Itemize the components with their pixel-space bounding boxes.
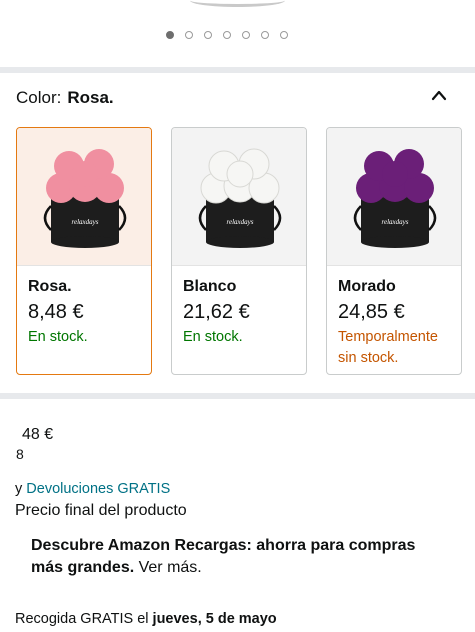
carousel-dot[interactable] bbox=[185, 31, 193, 39]
price-fraction: 8 bbox=[16, 446, 24, 462]
final-price-label: Precio final del producto bbox=[15, 502, 187, 519]
product-thumbnail: relaxdays bbox=[17, 128, 151, 266]
stock-status: En stock. bbox=[28, 329, 88, 345]
color-option-price: 24,85 € bbox=[338, 301, 405, 323]
flower-box-image: relaxdays bbox=[353, 149, 437, 248]
free-returns-link[interactable]: Devoluciones GRATIS bbox=[26, 481, 170, 497]
pickup-date: jueves, 5 de mayo bbox=[152, 611, 277, 627]
product-thumbnail: relaxdays bbox=[327, 128, 461, 266]
box-brand-text: relaxdays bbox=[72, 218, 99, 226]
selected-color-value: Rosa. bbox=[67, 88, 114, 107]
price-main: 48 € bbox=[22, 426, 54, 443]
carousel-dot[interactable] bbox=[242, 31, 250, 39]
stock-status: En stock. bbox=[183, 329, 243, 345]
color-option-morado[interactable]: relaxdays Morado 24,85 € Temporalmente s… bbox=[326, 127, 462, 375]
carousel-dot[interactable] bbox=[261, 31, 269, 39]
color-option-name: Morado bbox=[338, 278, 396, 295]
chevron-up-icon[interactable] bbox=[430, 88, 448, 102]
color-option-price: 21,62 € bbox=[183, 301, 250, 323]
color-option-rosa[interactable]: relaxdays Rosa. 8,48 € En stock. bbox=[16, 127, 152, 375]
carousel-dot[interactable] bbox=[223, 31, 231, 39]
promo-text: Descubre Amazon Recargas: ahorra para co… bbox=[31, 537, 416, 576]
flower-box-image: relaxdays bbox=[43, 149, 127, 248]
color-option-name: Rosa. bbox=[28, 278, 72, 295]
promo-more-link[interactable]: Ver más. bbox=[139, 559, 202, 576]
color-label: Color: bbox=[16, 88, 62, 107]
promo-banner[interactable]: Descubre Amazon Recargas: ahorra para co… bbox=[31, 535, 451, 579]
product-thumbnail: relaxdays bbox=[172, 128, 306, 266]
box-brand-text: relaxdays bbox=[227, 218, 254, 226]
carousel-dot[interactable] bbox=[204, 31, 212, 39]
pickup-text: Recogida GRATIS el bbox=[15, 611, 153, 627]
color-option-blanco[interactable]: relaxdays Blanco 21,62 € En stock. bbox=[171, 127, 307, 375]
color-option-price: 8,48 € bbox=[28, 301, 84, 323]
carousel-dot[interactable] bbox=[166, 31, 174, 39]
section-divider bbox=[0, 67, 475, 73]
section-divider bbox=[0, 393, 475, 399]
flower-box-image: relaxdays bbox=[198, 148, 282, 248]
product-image-edge bbox=[190, 0, 285, 7]
carousel-dot[interactable] bbox=[280, 31, 288, 39]
color-selector-header[interactable]: Color: Rosa. bbox=[16, 88, 114, 108]
carousel-dots[interactable] bbox=[166, 31, 288, 39]
stock-status: Temporalmente sin stock. bbox=[338, 329, 438, 366]
returns-prefix: y bbox=[15, 481, 27, 497]
pickup-info: Recogida GRATIS el jueves, 5 de mayo bbox=[15, 611, 277, 627]
color-option-name: Blanco bbox=[183, 278, 237, 295]
box-brand-text: relaxdays bbox=[382, 218, 409, 226]
returns-line: y Devoluciones GRATIS bbox=[15, 481, 170, 497]
